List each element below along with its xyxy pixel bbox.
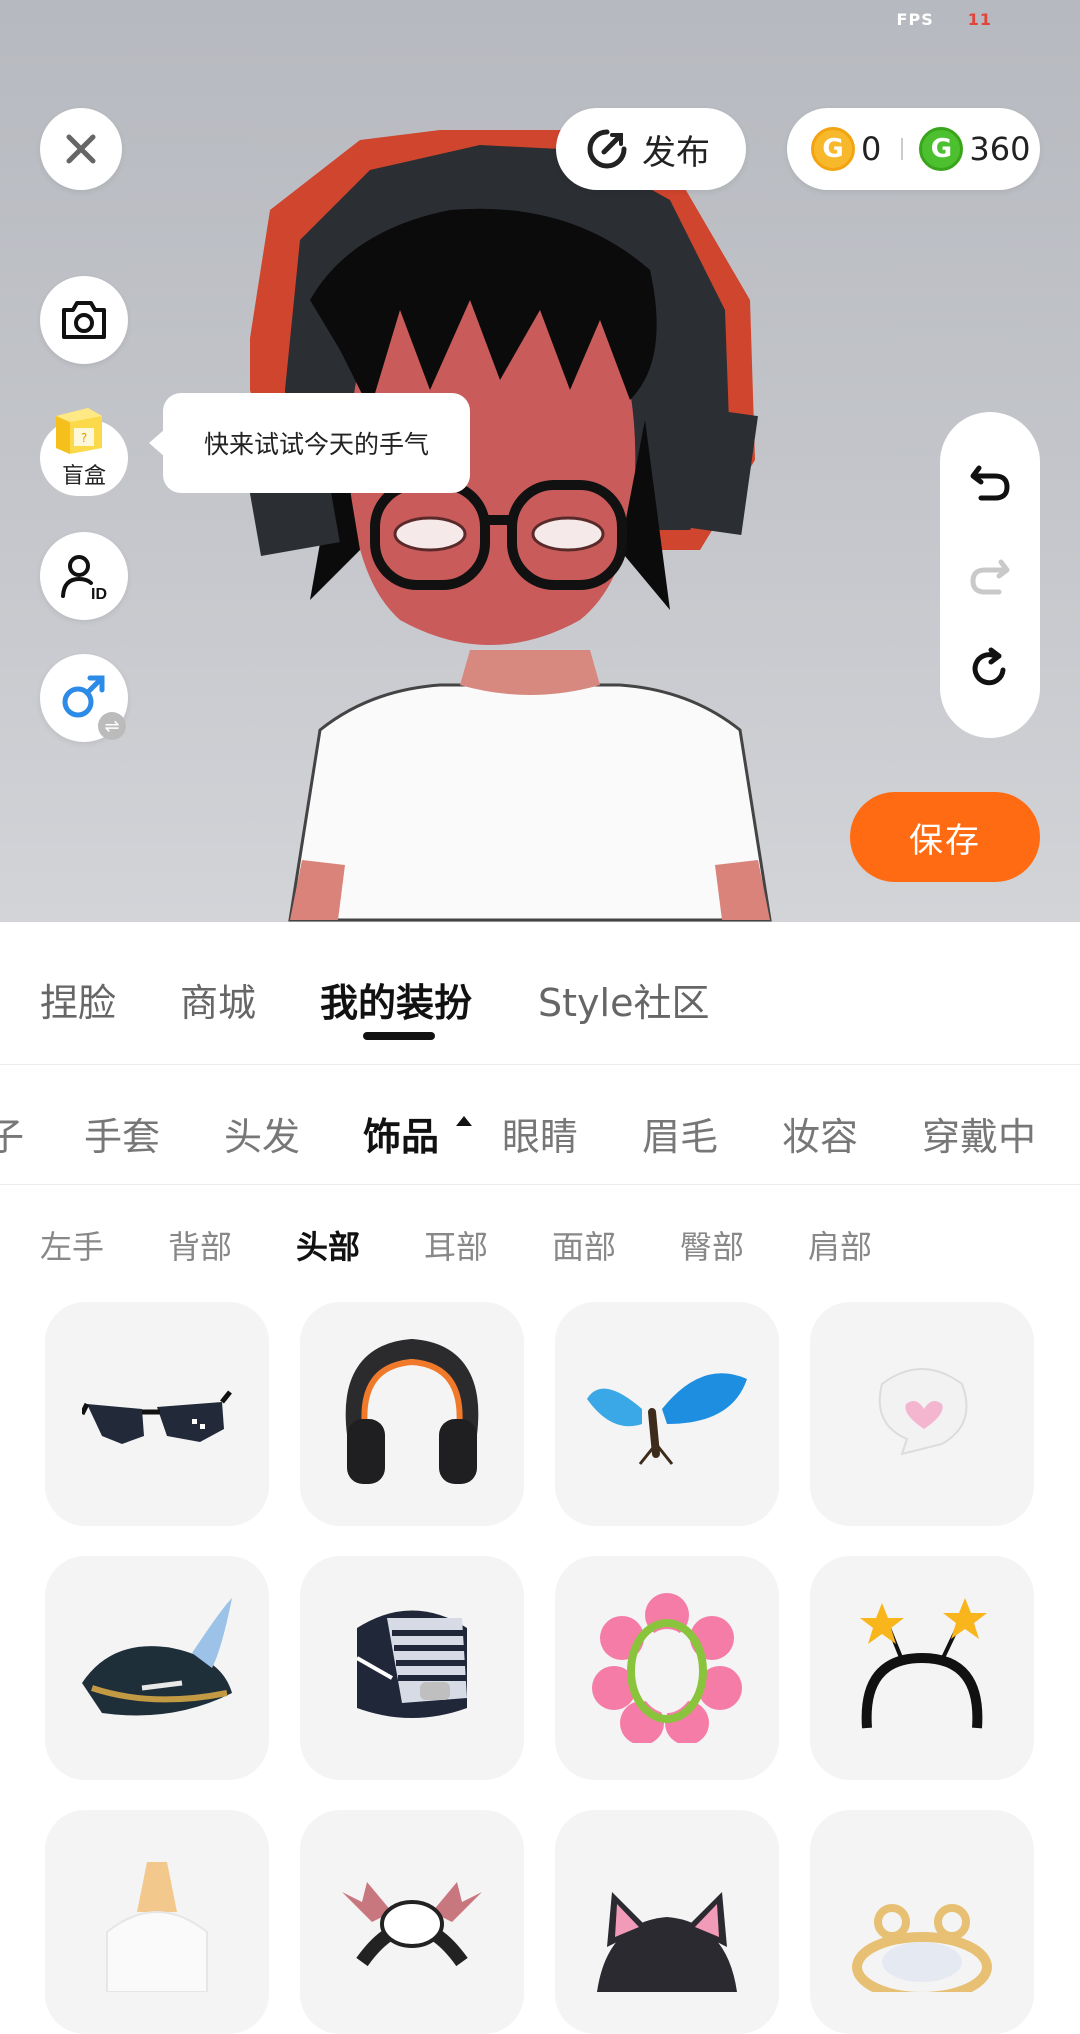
blind-box-label: 盲盒 bbox=[61, 464, 106, 489]
star-headband-icon bbox=[860, 1598, 987, 1729]
item-card[interactable] bbox=[555, 1302, 779, 1526]
avatar-viewport[interactable]: FPS 11 发布 G 0 G 360 ? 盲盒 快来试试今天的手气 ID ⇌ … bbox=[0, 0, 1080, 922]
history-controls bbox=[940, 412, 1040, 738]
publish-label: 发布 bbox=[642, 132, 710, 173]
striped-hood-icon bbox=[356, 1610, 467, 1718]
blind-box-icon: ? bbox=[56, 408, 102, 454]
pirate-hat-icon bbox=[82, 1598, 232, 1716]
sunglasses-icon bbox=[82, 1390, 232, 1444]
publish-icon bbox=[587, 129, 627, 169]
blind-box-button[interactable]: ? 盲盒 bbox=[40, 408, 128, 496]
fps-label: FPS bbox=[896, 10, 934, 29]
category-makeup[interactable]: 妆容 bbox=[782, 1106, 858, 1161]
speech-bubble-heart-icon bbox=[878, 1368, 968, 1456]
item-card[interactable] bbox=[810, 1302, 1034, 1526]
subcategory-tabs: 左手 背部 头部 耳部 面部 臀部 肩部 bbox=[0, 1184, 1080, 1300]
close-icon bbox=[66, 134, 96, 164]
gender-switch-button[interactable]: ⇌ bbox=[40, 654, 128, 742]
tab-face[interactable]: 捏脸 bbox=[40, 972, 116, 1027]
currency-balance[interactable]: G 0 G 360 bbox=[787, 108, 1040, 190]
currency-divider bbox=[901, 138, 904, 160]
item-card[interactable] bbox=[300, 1302, 524, 1526]
tooltip-bubble: 快来试试今天的手气 bbox=[149, 393, 470, 493]
publish-button[interactable]: 发布 bbox=[556, 108, 746, 190]
redo-icon[interactable] bbox=[967, 552, 1013, 598]
subcategory-left-hand[interactable]: 左手 bbox=[40, 1222, 104, 1268]
fps-counter: FPS 11 bbox=[897, 10, 992, 29]
category-gloves[interactable]: 手套 bbox=[84, 1106, 160, 1161]
svg-text:ID: ID bbox=[91, 586, 107, 601]
item-card[interactable] bbox=[45, 1556, 269, 1780]
subcategory-face[interactable]: 面部 bbox=[552, 1222, 616, 1268]
subcategory-ears[interactable]: 耳部 bbox=[424, 1222, 488, 1268]
item-card[interactable] bbox=[555, 1810, 779, 2034]
svg-text:?: ? bbox=[81, 431, 87, 445]
camera-icon bbox=[62, 301, 106, 339]
close-button[interactable] bbox=[40, 108, 122, 190]
item-card[interactable] bbox=[810, 1556, 1034, 1780]
subcategory-shoulders[interactable]: 肩部 bbox=[808, 1222, 872, 1268]
swap-icon: ⇌ bbox=[98, 712, 126, 740]
subcategory-hips[interactable]: 臀部 bbox=[680, 1222, 744, 1268]
item-card[interactable] bbox=[45, 1302, 269, 1526]
fps-value: 11 bbox=[967, 10, 992, 29]
item-card[interactable] bbox=[810, 1810, 1034, 2034]
category-eyebrows[interactable]: 眉毛 bbox=[642, 1106, 718, 1161]
cat-ears-icon bbox=[597, 1892, 737, 1992]
unicorn-horn-icon bbox=[106, 1862, 208, 1992]
item-card[interactable] bbox=[555, 1556, 779, 1780]
reset-icon[interactable] bbox=[967, 646, 1013, 692]
bat-wings-icon bbox=[342, 1882, 482, 1967]
butterfly-icon bbox=[587, 1373, 747, 1465]
tooltip-text: 快来试试今天的手气 bbox=[203, 430, 429, 459]
item-card[interactable] bbox=[300, 1556, 524, 1780]
active-tab-indicator bbox=[363, 1032, 435, 1040]
item-card[interactable] bbox=[45, 1810, 269, 2034]
category-eyes[interactable]: 眼睛 bbox=[502, 1106, 578, 1161]
golden-crown-icon bbox=[852, 1904, 992, 1992]
user-id-icon: ID bbox=[61, 555, 107, 601]
category-hair[interactable]: 头发 bbox=[224, 1106, 300, 1161]
camera-button[interactable] bbox=[40, 276, 128, 364]
caret-up-icon bbox=[456, 1116, 472, 1126]
avatar-model[interactable] bbox=[250, 130, 810, 922]
save-button[interactable]: 保存 bbox=[850, 792, 1040, 882]
tab-style-community[interactable]: Style社区 bbox=[538, 972, 709, 1027]
category-wearing[interactable]: 穿戴中 bbox=[922, 1106, 1036, 1161]
subcategory-head[interactable]: 头部 bbox=[296, 1222, 360, 1268]
category-item-partial[interactable]: 子 bbox=[0, 1106, 24, 1161]
subcategory-back[interactable]: 背部 bbox=[168, 1222, 232, 1268]
green-coin-icon: G bbox=[919, 127, 964, 171]
main-tabs: 捏脸 商城 我的装扮 Style社区 bbox=[0, 922, 1080, 1065]
tab-my-outfits[interactable]: 我的装扮 bbox=[320, 972, 472, 1027]
flower-halo-icon bbox=[592, 1593, 742, 1743]
item-card[interactable] bbox=[300, 1810, 524, 2034]
category-accessories[interactable]: 饰品 bbox=[363, 1106, 439, 1161]
undo-icon[interactable] bbox=[967, 458, 1013, 504]
category-tabs: 子 手套 头发 饰品 眼睛 眉毛 妆容 穿戴中 bbox=[0, 1064, 1080, 1185]
green-coin-count: 360 bbox=[969, 130, 1031, 168]
tab-shop[interactable]: 商城 bbox=[180, 972, 256, 1027]
headphones-icon bbox=[345, 1338, 479, 1484]
gold-coin-icon: G bbox=[811, 127, 855, 171]
gold-coin-count: 0 bbox=[861, 130, 882, 168]
avatar-id-button[interactable]: ID bbox=[40, 532, 128, 620]
